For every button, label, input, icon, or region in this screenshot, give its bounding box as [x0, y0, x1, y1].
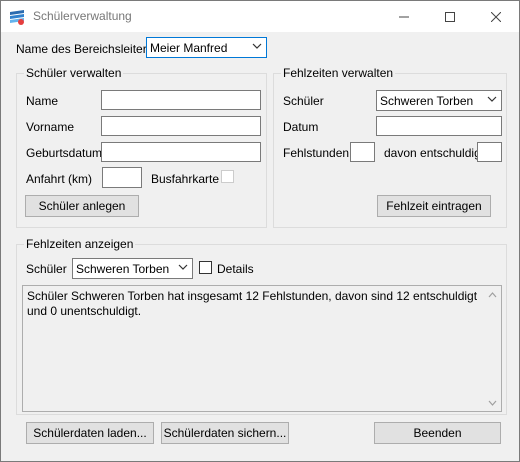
- chevron-down-icon: [487, 96, 497, 102]
- absences-group-title: Fehlzeiten verwalten: [281, 66, 396, 80]
- missed-hours-label: Fehlstunden: [283, 146, 350, 160]
- show-student-select[interactable]: Schweren Torben: [72, 258, 193, 279]
- enter-absence-button[interactable]: Fehlzeit eintragen: [377, 195, 491, 217]
- scroll-up-icon[interactable]: [484, 286, 501, 303]
- excused-hours-field[interactable]: [477, 142, 502, 162]
- window-title: Schülerverwaltung: [33, 9, 132, 23]
- details-checkbox[interactable]: [199, 261, 212, 274]
- minimize-icon: [399, 16, 409, 17]
- chevron-down-icon: [178, 264, 188, 270]
- main-window: Schülerverwaltung Name des Bereichsleite…: [0, 0, 520, 462]
- supervisor-value: Meier Manfred: [150, 41, 228, 55]
- vertical-scrollbar[interactable]: [484, 286, 501, 411]
- app-icon: [9, 9, 25, 25]
- maximize-icon: [445, 11, 455, 22]
- students-group-title: Schüler verwalten: [24, 66, 124, 80]
- close-icon: [491, 11, 501, 22]
- bus-ticket-label: Busfahrkarte: [151, 172, 220, 186]
- absence-output-textarea[interactable]: Schüler Schweren Torben hat insgesamt 12…: [22, 285, 502, 412]
- create-student-button[interactable]: Schüler anlegen: [25, 195, 139, 217]
- distance-label: Anfahrt (km): [26, 172, 93, 186]
- close-button[interactable]: [473, 1, 519, 32]
- chevron-down-icon: [252, 43, 262, 49]
- name-label: Name: [26, 94, 59, 108]
- birthdate-label: Geburtsdatum: [26, 146, 103, 160]
- title-bar: Schülerverwaltung: [1, 1, 519, 32]
- firstname-label: Vorname: [26, 120, 75, 134]
- birthdate-field[interactable]: [101, 142, 261, 162]
- firstname-field[interactable]: [101, 116, 261, 136]
- absence-student-label: Schüler: [283, 94, 324, 108]
- supervisor-select[interactable]: Meier Manfred: [146, 37, 267, 58]
- distance-field[interactable]: [102, 167, 142, 188]
- absence-student-select[interactable]: Schweren Torben: [376, 90, 502, 111]
- load-data-button[interactable]: Schülerdaten laden...: [26, 422, 154, 444]
- bus-ticket-checkbox[interactable]: [221, 170, 234, 183]
- minimize-button[interactable]: [381, 1, 427, 32]
- details-label: Details: [217, 262, 254, 276]
- show-absences-group-title: Fehlzeiten anzeigen: [24, 237, 136, 251]
- maximize-button[interactable]: [427, 1, 473, 32]
- supervisor-label: Name des Bereichsleiters: [16, 42, 153, 56]
- show-student-value: Schweren Torben: [76, 262, 170, 276]
- missed-hours-field[interactable]: [350, 142, 375, 162]
- date-label: Datum: [283, 120, 319, 134]
- excused-label: davon entschuldigt: [384, 146, 485, 160]
- exit-button[interactable]: Beenden: [374, 422, 501, 444]
- save-data-button[interactable]: Schülerdaten sichern...: [161, 422, 289, 444]
- show-student-label: Schüler: [26, 262, 67, 276]
- absence-output-text: Schüler Schweren Torben hat insgesamt 12…: [27, 289, 478, 318]
- name-field[interactable]: [101, 90, 261, 110]
- date-field[interactable]: [376, 116, 502, 136]
- absence-student-value: Schweren Torben: [380, 94, 474, 108]
- scroll-down-icon[interactable]: [484, 394, 501, 411]
